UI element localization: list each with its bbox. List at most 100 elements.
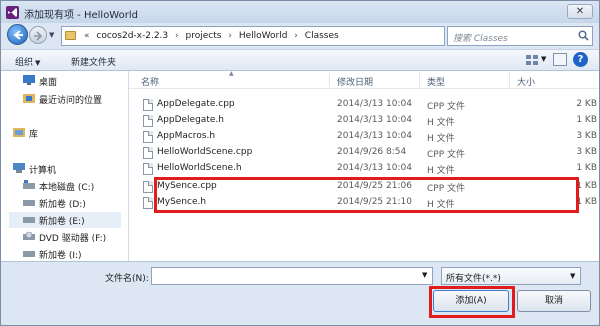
nav-item-label: 桌面 [39, 78, 58, 88]
breadcrumb-overflow-icon[interactable]: « [84, 31, 90, 41]
new-folder-button[interactable]: 新建文件夹 [71, 55, 116, 68]
nav-item-dvd-drive[interactable]: DVD 驱动器 (F:) [9, 229, 121, 245]
navigation-pane: 桌面 最近访问的位置 库 计算机 本地磁盘 (C:) 新加卷 (D:) 新加卷 … [1, 71, 129, 261]
search-placeholder: 搜索 Classes [453, 34, 508, 44]
file-icon [143, 181, 153, 193]
filename-dropdown-icon[interactable]: ▼ [422, 271, 427, 279]
breadcrumb-separator-icon[interactable]: › [294, 31, 298, 41]
arrow-right-icon [34, 31, 43, 41]
nav-item-recent-places[interactable]: 最近访问的位置 [9, 91, 121, 107]
breadcrumb-item[interactable]: projects [186, 31, 222, 41]
file-row[interactable]: AppMacros.h 2014/3/13 10:04 H 文件 3 KB [129, 129, 599, 145]
file-size: 1 KB [576, 163, 597, 173]
back-button[interactable] [7, 24, 28, 45]
annotation-highlight-add-button [429, 286, 515, 318]
window-title: 添加现有项 - HelloWorld [24, 10, 138, 21]
breadcrumb-separator-icon[interactable]: › [228, 31, 232, 41]
add-existing-item-dialog: 添加现有项 - HelloWorld ✕ ▼ « cocos2d-x-2.2.3… [0, 0, 600, 326]
recent-locations-dropdown[interactable]: ▼ [49, 31, 54, 39]
arrow-left-icon [13, 30, 23, 40]
file-row[interactable]: HelloWorldScene.h 2014/3/13 10:04 H 文件 1… [129, 161, 599, 177]
file-size: 2 KB [576, 99, 597, 109]
file-size: 3 KB [576, 131, 597, 141]
organize-label: 组织 [15, 58, 34, 68]
file-type: CPP 文件 [427, 150, 465, 160]
help-icon: ? [577, 54, 584, 65]
search-input[interactable]: 搜索 Classes [447, 26, 593, 46]
file-name: HelloWorldScene.cpp [157, 147, 253, 157]
file-name: HelloWorldScene.h [157, 163, 242, 173]
filename-field[interactable] [151, 267, 433, 285]
close-icon: ✕ [575, 6, 585, 17]
file-date: 2014/3/13 10:04 [337, 115, 412, 125]
annotation-highlight-files [154, 177, 579, 213]
library-icon [13, 128, 25, 137]
file-list: 名称 ▲ 修改日期 类型 大小 AppDelegate.cpp 2014/3/1… [129, 71, 599, 261]
nav-item-drive-e[interactable]: 新加卷 (E:) [9, 212, 121, 228]
visual-studio-icon [6, 6, 19, 19]
column-header-type[interactable]: 类型 [427, 75, 445, 88]
file-date: 2014/3/13 10:04 [337, 99, 412, 109]
nav-item-library[interactable]: 库 [9, 125, 121, 141]
nav-item-drive-i[interactable]: 新加卷 (I:) [9, 246, 121, 261]
cancel-button[interactable]: 取消 [517, 290, 591, 312]
file-icon [143, 147, 153, 159]
column-divider[interactable] [329, 73, 330, 87]
file-icon [143, 197, 153, 209]
nav-item-label: 新加卷 (E:) [39, 217, 85, 227]
desktop-icon [23, 75, 35, 85]
file-type: H 文件 [427, 166, 455, 176]
file-icon [143, 99, 153, 111]
file-name: AppDelegate.h [157, 115, 224, 125]
file-type-filter[interactable]: 所有文件(*.*) ▼ [441, 267, 581, 285]
search-icon [578, 30, 589, 41]
nav-item-drive-c[interactable]: 本地磁盘 (C:) [9, 178, 121, 194]
file-date: 2014/3/13 10:04 [337, 131, 412, 141]
file-type: H 文件 [427, 118, 455, 128]
view-dropdown-icon[interactable]: ▼ [541, 55, 546, 63]
column-divider[interactable] [419, 73, 420, 87]
filename-label: 文件名(N): [105, 274, 149, 284]
drive-icon [23, 217, 35, 223]
file-icon [143, 131, 153, 143]
drive-icon [23, 251, 35, 257]
breadcrumb-separator-icon[interactable]: › [175, 31, 179, 41]
nav-item-label: 新加卷 (I:) [39, 251, 82, 261]
column-divider[interactable] [509, 73, 510, 87]
computer-icon [13, 163, 25, 173]
breadcrumb-item[interactable]: cocos2d-x-2.2.3 [96, 31, 168, 41]
breadcrumb-item[interactable]: HelloWorld [239, 31, 288, 41]
help-button[interactable]: ? [573, 52, 588, 67]
address-row: ▼ « cocos2d-x-2.2.3 › projects › HelloWo… [1, 23, 599, 49]
file-size: 1 KB [576, 115, 597, 125]
nav-item-label: DVD 驱动器 (F:) [39, 234, 107, 244]
nav-item-label: 计算机 [29, 166, 57, 176]
chevron-down-icon: ▼ [35, 59, 41, 67]
column-header-name[interactable]: 名称 [141, 75, 159, 88]
address-bar[interactable]: « cocos2d-x-2.2.3 › projects › HelloWorl… [61, 26, 500, 46]
file-size: 3 KB [576, 147, 597, 157]
folder-icon [65, 31, 76, 40]
title-bar: 添加现有项 - HelloWorld ✕ [1, 1, 599, 23]
organize-menu[interactable]: 组织 ▼ [15, 55, 40, 68]
nav-item-label: 本地磁盘 (C:) [39, 183, 95, 193]
file-row[interactable]: AppDelegate.h 2014/3/13 10:04 H 文件 1 KB [129, 113, 599, 129]
breadcrumb-item[interactable]: Classes [305, 31, 339, 41]
file-name: AppMacros.h [157, 131, 216, 141]
column-header-size[interactable]: 大小 [517, 75, 535, 88]
sort-ascending-icon: ▲ [229, 71, 234, 77]
forward-button[interactable] [29, 26, 47, 44]
file-type: H 文件 [427, 134, 455, 144]
preview-pane-button[interactable] [553, 53, 567, 66]
file-row[interactable]: HelloWorldScene.cpp 2014/9/26 8:54 CPP 文… [129, 145, 599, 161]
nav-item-computer[interactable]: 计算机 [9, 161, 121, 177]
view-options-icon[interactable] [525, 54, 539, 66]
nav-item-drive-d[interactable]: 新加卷 (D:) [9, 195, 121, 211]
file-icon [143, 163, 153, 175]
close-button[interactable]: ✕ [567, 4, 593, 19]
column-header-date[interactable]: 修改日期 [337, 75, 373, 88]
file-row[interactable]: AppDelegate.cpp 2014/3/13 10:04 CPP 文件 2… [129, 97, 599, 113]
nav-item-desktop[interactable]: 桌面 [9, 73, 121, 89]
chevron-down-icon: ▼ [570, 272, 576, 280]
file-type: CPP 文件 [427, 102, 465, 112]
